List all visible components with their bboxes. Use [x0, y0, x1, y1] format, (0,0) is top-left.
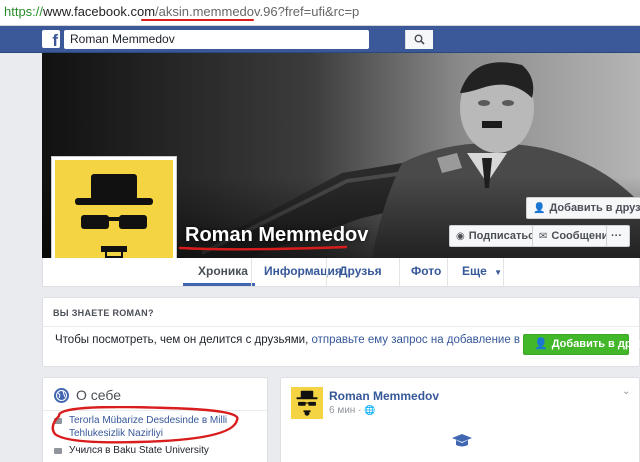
url-query: ?fref=ufi&rc=p: [277, 4, 360, 19]
facebook-topbar: f Roman Memmedov: [0, 26, 640, 53]
name-red-underline: [178, 245, 348, 251]
globe-icon: 🌐: [364, 405, 376, 415]
heisenberg-avatar-icon: [296, 390, 318, 416]
tab-friends[interactable]: Друзья: [339, 258, 382, 286]
know-heading: ВЫ ЗНАЕТЕ ROMAN?: [53, 308, 154, 318]
url-domain: www.facebook.com: [43, 4, 156, 19]
globe-icon: [54, 388, 69, 403]
about-panel: О себе Terorla Mübarize Desdesinde в Mil…: [42, 377, 268, 462]
search-button[interactable]: [405, 30, 433, 49]
search-value: Roman Memmedov: [70, 32, 175, 46]
url-path: /aksin.memmedov.96: [155, 4, 278, 19]
rss-icon: ◉: [456, 231, 465, 242]
post-card: Roman Memmedov 6 мин · 🌐 ⌄: [280, 377, 640, 462]
search-icon: [414, 34, 425, 45]
more-options-button[interactable]: ···: [606, 225, 630, 247]
address-bar[interactable]: https://www.facebook.com/aksin.memmedov.…: [0, 0, 640, 26]
chat-icon: ✉: [539, 231, 548, 242]
tab-timeline[interactable]: Хроника: [198, 258, 248, 286]
know-text-static: Чтобы посмотреть, чем он делится с друзь…: [55, 334, 312, 346]
profile-name[interactable]: Roman Memmedov: [185, 224, 368, 247]
post-avatar[interactable]: [291, 387, 323, 419]
facebook-logo[interactable]: f: [42, 30, 60, 48]
add-friend-button-label: Добавить в друзья: [551, 338, 640, 350]
post-author[interactable]: Roman Memmedov: [329, 389, 439, 403]
timeline-nav: Хроника Информация Друзья Фото Еще ▼: [42, 258, 640, 287]
add-person-icon: 👤: [534, 338, 548, 350]
study-line: Учился в Baku State University: [69, 445, 209, 456]
about-title: О себе: [76, 387, 122, 403]
add-friend-cover-button[interactable]: 👤Добавить в друзья: [526, 197, 640, 219]
divider: [43, 326, 639, 327]
follow-label: Подписаться: [468, 230, 541, 242]
tab-divider: [251, 258, 252, 286]
add-friend-button[interactable]: 👤Добавить в друзья: [523, 334, 640, 355]
tab-photos[interactable]: Фото: [411, 258, 441, 286]
tab-divider: [447, 258, 448, 286]
tab-divider: [399, 258, 400, 286]
url-red-underline: [141, 19, 254, 21]
tab-divider: [326, 258, 327, 286]
caret-down-icon: ▼: [494, 268, 503, 277]
tab-more-label: Еще: [462, 264, 487, 278]
tab-divider: [503, 258, 504, 286]
add-person-icon: 👤: [533, 203, 546, 214]
more-label: ···: [611, 230, 622, 242]
tab-more[interactable]: Еще ▼: [462, 258, 502, 286]
education-icon: [54, 448, 62, 454]
chevron-down-icon[interactable]: ⌄: [622, 386, 630, 397]
active-tab-indicator: [183, 283, 255, 286]
tab-about[interactable]: Информация: [264, 258, 342, 286]
know-text: Чтобы посмотреть, чем он делится с друзь…: [55, 334, 563, 346]
work-red-circle: [51, 406, 239, 444]
url-scheme: https://: [4, 4, 44, 19]
post-timestamp[interactable]: 6 мин · 🌐: [329, 405, 375, 416]
search-input[interactable]: Roman Memmedov: [64, 30, 433, 49]
add-friend-label: Добавить в друзья: [549, 202, 640, 214]
do-you-know-box: ВЫ ЗНАЕТЕ ROMAN? Чтобы посмотреть, чем о…: [42, 297, 640, 367]
graduation-cap-icon: [452, 434, 472, 447]
post-time-label: 6 мин ·: [329, 405, 365, 416]
